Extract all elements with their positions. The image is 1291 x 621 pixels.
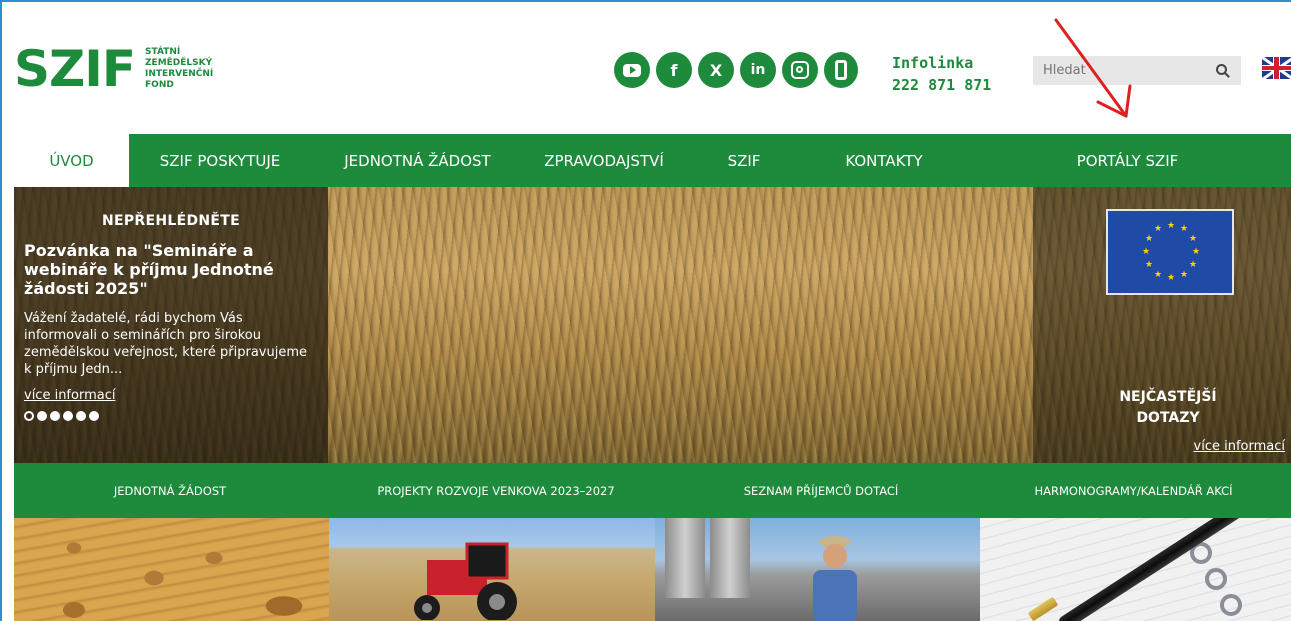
facebook-icon[interactable]: f [656,52,692,88]
tractor-icon [414,542,517,620]
subnav-item-projekty[interactable]: PROJEKTY ROZVOJE VENKOVA 2023–2027 [326,484,666,498]
youtube-icon[interactable] [614,52,650,88]
slider-dot[interactable] [76,411,86,421]
nav-item-jednotna-zadost[interactable]: JEDNOTNÁ ŽÁDOST [311,134,524,187]
hero-title[interactable]: Pozvánka na "Semináře a webináře k příjm… [24,241,318,298]
hero-news-panel: NEPŘEHLÉDNĚTE Pozvánka na "Semináře a we… [14,187,328,463]
slider-dot[interactable] [89,411,99,421]
hero-banner: NEPŘEHLÉDNĚTE Pozvánka na "Semináře a we… [14,187,1291,463]
infolinka[interactable]: Infolinka 222 871 871 [892,52,991,96]
szif-logo[interactable]: SZIF STÁTNÍ ZEMĚDĚLSKÝ INTERVENČNÍ FOND [14,44,213,94]
nav-item-kontakty[interactable]: KONTAKTY [804,134,964,187]
slider-dot[interactable] [24,411,34,421]
slider-dot[interactable] [37,411,47,421]
nav-item-zpravodajstvi[interactable]: ZPRAVODAJSTVÍ [524,134,684,187]
eu-flag-icon[interactable]: ★ ★ ★ ★ ★ ★ ★ ★ ★ ★ ★ ★ [1106,209,1234,295]
nav-item-uvod[interactable]: ÚVOD [14,134,129,187]
nav-item-szif[interactable]: SZIF [684,134,804,187]
hero-more-link[interactable]: více informací [24,388,115,403]
hero-text: Vážení žadatelé, rádi bychom Vás informo… [24,311,307,377]
x-icon[interactable]: X [698,52,734,88]
phone-icon[interactable] [824,52,858,88]
slider-dot[interactable] [50,411,60,421]
faq-more-link[interactable]: více informací [1194,439,1285,454]
faq-title[interactable]: NEJČASTĚJŠÍ DOTAZY [1093,387,1243,429]
nav-item-portaly-szif[interactable]: PORTÁLY SZIF [964,134,1291,187]
linkedin-icon[interactable]: in [740,52,776,88]
tile-row [14,518,1291,621]
subnav-item-harmonogramy[interactable]: HARMONOGRAMY/KALENDÁŘ AKCÍ [976,484,1291,498]
infolinka-number: 222 871 871 [892,76,992,94]
logo-line: STÁTNÍ [145,47,181,57]
search-icon[interactable] [1216,64,1227,75]
secondary-nav: JEDNOTNÁ ŽÁDOST PROJEKTY ROZVOJE VENKOVA… [14,463,1291,518]
tile-hay-bales-image[interactable] [14,518,329,621]
slider-dots [24,411,318,421]
tile-calendar-pen-image[interactable] [980,518,1291,621]
logo-line: ZEMĚDĚLSKÝ [145,58,213,68]
logo-line: FOND [145,80,174,90]
logo-mark: SZIF [14,40,136,98]
infolinka-label: Infolinka [892,54,974,72]
subnav-item-jednotna-zadost[interactable]: JEDNOTNÁ ŽÁDOST [14,484,326,498]
hero-tag: NEPŘEHLÉDNĚTE [101,213,240,229]
slider-dot[interactable] [63,411,73,421]
logo-line: INTERVENČNÍ [145,69,214,79]
subnav-item-seznam-prijemcu[interactable]: SEZNAM PŘÍJEMCŮ DOTACÍ [666,484,976,498]
tile-farmer-image[interactable] [655,518,980,621]
tile-tractor-image[interactable] [329,518,655,621]
annotation-arrow-icon [1054,18,1132,118]
social-links: f X in [614,52,858,88]
logo-text: STÁTNÍ ZEMĚDĚLSKÝ INTERVENČNÍ FOND [145,47,213,91]
farmer-icon [813,536,857,621]
english-flag-icon[interactable] [1262,57,1291,79]
faq-panel: ★ ★ ★ ★ ★ ★ ★ ★ ★ ★ ★ ★ NEJČASTĚJŠÍ DOTA… [1033,187,1291,463]
main-nav: ÚVOD SZIF POSKYTUJE JEDNOTNÁ ŽÁDOST ZPRA… [14,134,1291,187]
nav-item-szif-poskytuje[interactable]: SZIF POSKYTUJE [129,134,311,187]
instagram-icon[interactable] [782,52,818,88]
